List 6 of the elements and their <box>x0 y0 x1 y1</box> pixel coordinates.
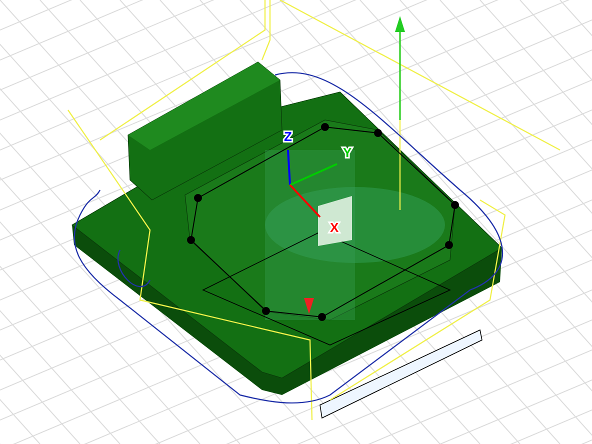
3d-viewport[interactable]: Z Y X <box>0 0 592 444</box>
axis-triad-drawing <box>287 150 338 218</box>
tool-arrow <box>304 298 314 314</box>
axis-label: Y <box>343 145 352 160</box>
axis-label: X <box>330 220 339 235</box>
axis-label: Z <box>284 129 292 144</box>
